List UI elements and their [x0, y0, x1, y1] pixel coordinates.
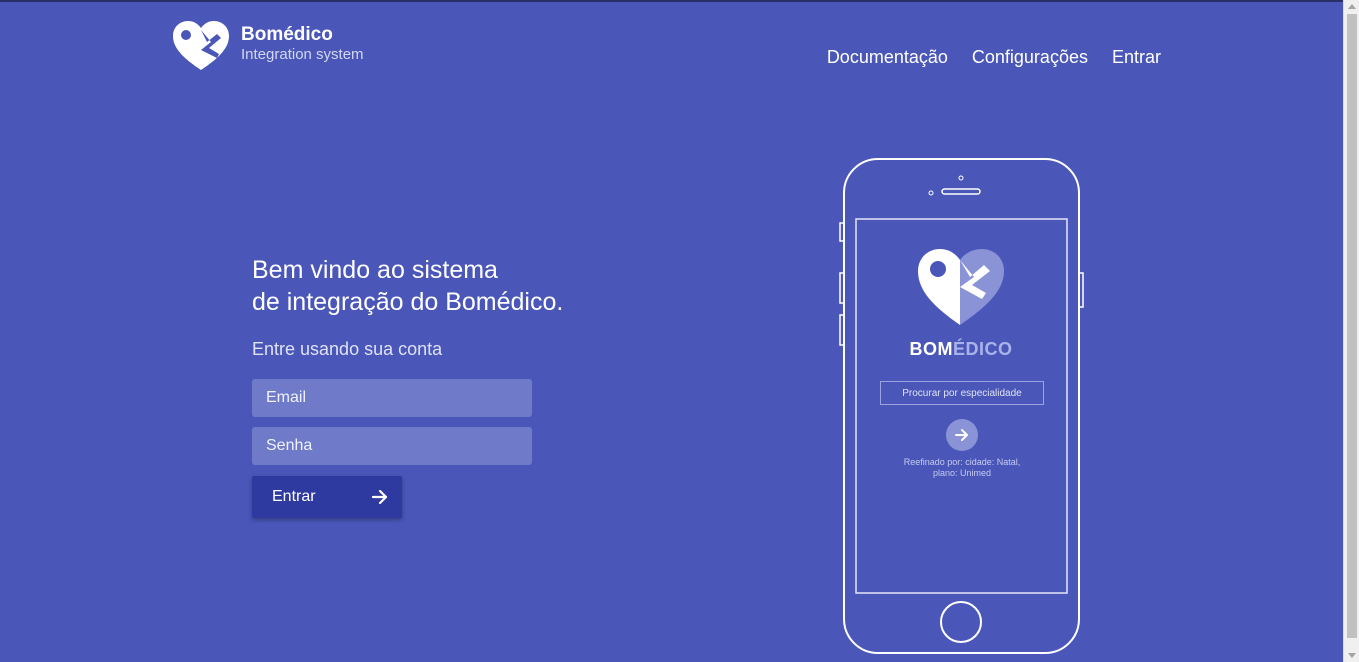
phone-refine-line2: plano: Unimed [932, 468, 992, 478]
welcome-line2-suffix: . [556, 288, 564, 316]
nav-configuracoes[interactable]: Configurações [972, 47, 1088, 68]
nav-entrar[interactable]: Entrar [1112, 47, 1161, 68]
heart-pin-logo-icon [173, 21, 229, 70]
login-button-label: Entrar [272, 488, 316, 505]
email-field[interactable] [252, 379, 532, 417]
welcome-heading: Bem vindo ao sistema de integração do Bo… [252, 254, 563, 318]
scroll-down-icon[interactable] [1348, 653, 1356, 658]
phone-brand-part2: ÉDICO [952, 339, 1013, 359]
phone-refine-line1: Reefinado por: cidade: Natal, [903, 457, 1021, 467]
welcome-brand: Bomédico [445, 288, 557, 316]
scrollbar-thumb[interactable] [1347, 14, 1357, 638]
login-section: Bem vindo ao sistema de integração do Bo… [252, 254, 563, 518]
vertical-scrollbar[interactable] [1343, 0, 1359, 662]
arrow-right-icon [371, 489, 388, 505]
scroll-up-icon[interactable] [1348, 4, 1356, 9]
page: Bomédico Integration system Documentação… [0, 0, 1343, 662]
welcome-line1: Bem vindo ao sistema [252, 256, 498, 284]
phone-search-field: Procurar por especialidade [880, 381, 1044, 405]
phone-refine-text: Reefinado por: cidade: Natal, plano: Uni… [886, 457, 1038, 479]
phone-screen: BOMÉDICO Procurar por especialidade Reef… [856, 219, 1066, 593]
phone-brand-part1: BOM [909, 339, 953, 359]
welcome-line2-prefix: de integração do [252, 288, 446, 316]
phone-mockup: BOMÉDICO Procurar por especialidade Reef… [838, 157, 1086, 657]
password-field[interactable] [252, 427, 532, 465]
nav-documentacao[interactable]: Documentação [827, 47, 948, 68]
phone-brand-text: BOMÉDICO [856, 339, 1066, 360]
top-nav: Documentação Configurações Entrar [827, 47, 1161, 68]
heart-pin-logo-icon [918, 249, 1004, 325]
arrow-right-icon [955, 429, 968, 441]
login-subtitle: Entre usando sua conta [252, 339, 443, 359]
login-button[interactable]: Entrar [252, 476, 402, 518]
brand-name: Bomédico [241, 24, 333, 45]
brand[interactable]: Bomédico Integration system [171, 20, 364, 72]
phone-go-button [946, 419, 978, 451]
brand-tagline: Integration system [241, 46, 364, 63]
